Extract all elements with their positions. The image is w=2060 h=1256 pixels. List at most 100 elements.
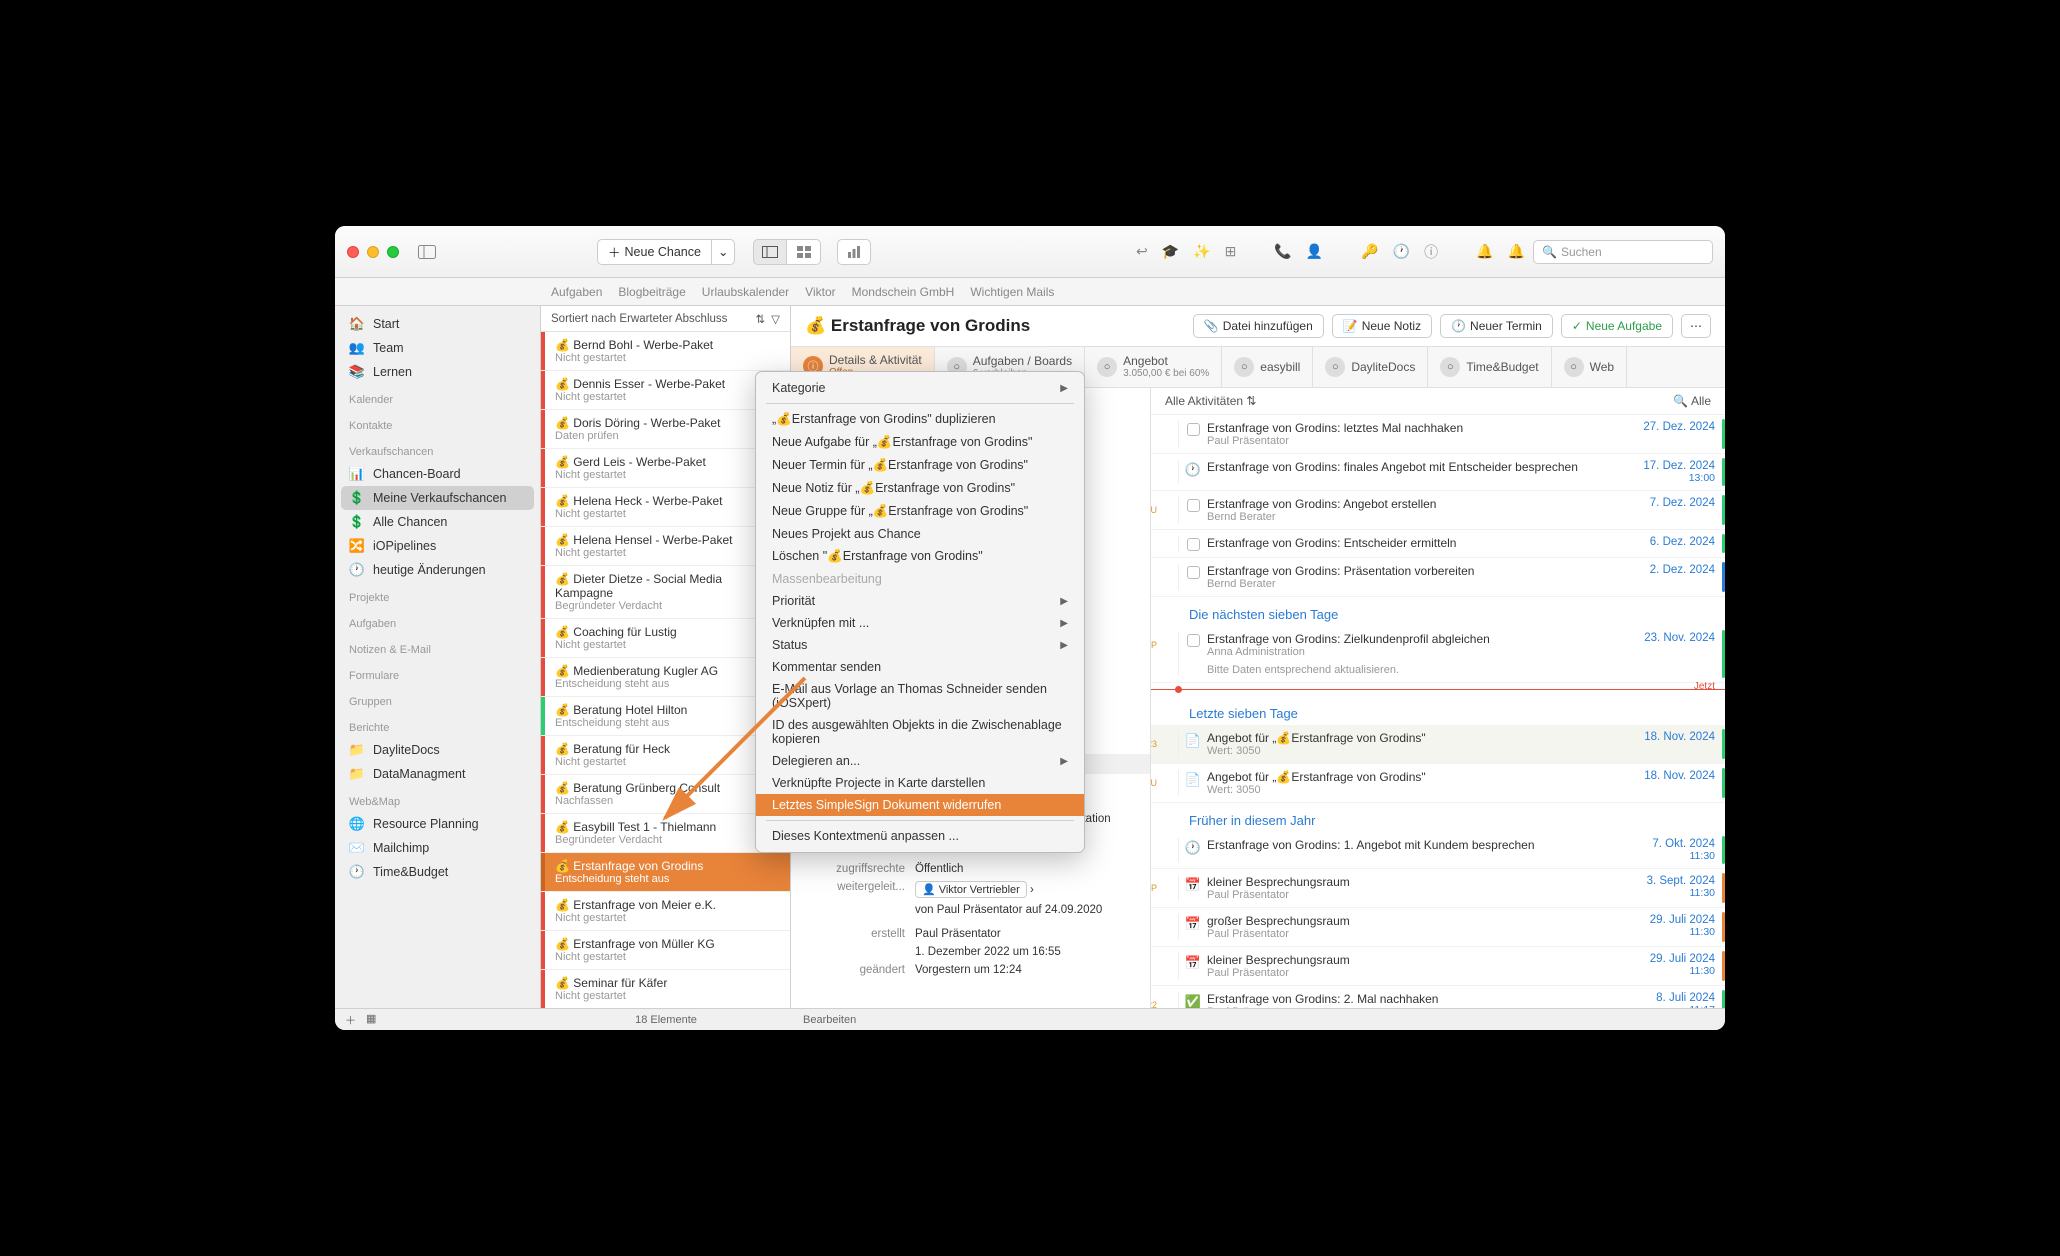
new-note-button[interactable]: 📝 Neue Notiz bbox=[1332, 314, 1432, 338]
sidebar-section-header[interactable]: Formulare bbox=[335, 660, 540, 686]
activity-item[interactable]: 22 ✅ Erstanfrage von Grodins: 2. Mal nac… bbox=[1151, 986, 1725, 1008]
menu-item[interactable]: Letztes SimpleSign Dokument widerrufen bbox=[756, 794, 1084, 816]
list-item[interactable]: 💰 Helena Heck - Werbe-Paket Nicht gestar… bbox=[541, 488, 790, 527]
sidebar-item[interactable]: 💲Meine Verkaufschancen bbox=[341, 486, 534, 510]
menu-item[interactable]: Neue Aufgabe für „💰Erstanfrage von Grodi… bbox=[756, 431, 1084, 454]
tab-easybill[interactable]: ○ easybill bbox=[1222, 347, 1313, 387]
sidebar-item[interactable]: 📊Chancen-Board bbox=[335, 462, 540, 486]
list-item[interactable]: 💰 Easybill Test 1 - Thielmann Begründete… bbox=[541, 814, 790, 853]
sidebar-item[interactable]: 🔀iOPipelines bbox=[335, 534, 540, 558]
activity-item[interactable]: 🕐 Erstanfrage von Grodins: 1. Angebot mi… bbox=[1151, 832, 1725, 869]
menu-item[interactable]: Neue Gruppe für „💰Erstanfrage von Grodin… bbox=[756, 500, 1084, 523]
key-icon[interactable]: 🔑 bbox=[1361, 243, 1378, 260]
view-chart-icon[interactable] bbox=[837, 239, 871, 265]
filter-link[interactable]: Urlaubskalender bbox=[702, 285, 789, 299]
filter-link[interactable]: Blogbeiträge bbox=[618, 285, 685, 299]
search-input[interactable]: 🔍 Suchen bbox=[1533, 240, 1713, 264]
undo-icon[interactable]: ↩ bbox=[1136, 243, 1148, 260]
activity-item[interactable]: 🕐 Erstanfrage von Grodins: finales Angeb… bbox=[1151, 454, 1725, 491]
chevron-down-icon[interactable]: ⌄ bbox=[712, 244, 734, 259]
menu-item[interactable]: ID des ausgewählten Objekts in die Zwisc… bbox=[756, 714, 1084, 750]
calendar-mini-icon[interactable]: ▦ bbox=[366, 1012, 376, 1028]
sparkle-icon[interactable]: ✨ bbox=[1193, 243, 1210, 260]
sidebar-item-lernen[interactable]: 📚Lernen bbox=[335, 360, 540, 384]
add-file-button[interactable]: 📎 Datei hinzufügen bbox=[1193, 314, 1324, 338]
menu-item[interactable]: Verknüpfte Projecte in Karte darstellen bbox=[756, 772, 1084, 794]
filter-link[interactable]: Mondschein GmbH bbox=[852, 285, 955, 299]
filter-icon[interactable]: ▽ bbox=[771, 312, 780, 326]
menu-item[interactable]: Verknüpfen mit ...▶ bbox=[756, 612, 1084, 634]
sidebar-item-start[interactable]: 🏠Start bbox=[335, 312, 540, 336]
activity-item[interactable]: AP 📅 kleiner Besprechungsraum Paul Präse… bbox=[1151, 869, 1725, 908]
view-split-icon[interactable] bbox=[753, 239, 787, 265]
list-item[interactable]: 💰 Dieter Dietze - Social Media Kampagne … bbox=[541, 566, 790, 619]
menu-item[interactable]: Neuer Termin für „💰Erstanfrage von Grodi… bbox=[756, 454, 1084, 477]
sidebar-section-header[interactable]: Aufgaben bbox=[335, 608, 540, 634]
minimize-window[interactable] bbox=[367, 246, 379, 258]
view-grid-icon[interactable] bbox=[787, 239, 821, 265]
list-sort-header[interactable]: Sortiert nach Erwarteter Abschluss ⇅▽ bbox=[541, 306, 790, 332]
menu-item[interactable]: Neues Projekt aus Chance bbox=[756, 523, 1084, 545]
new-task-button[interactable]: ✓ Neue Aufgabe bbox=[1561, 314, 1673, 338]
list-item[interactable]: 💰 Gerd Leis - Werbe-Paket Nicht gestarte… bbox=[541, 449, 790, 488]
activity-item[interactable]: 📅 kleiner Besprechungsraum Paul Präsenta… bbox=[1151, 947, 1725, 986]
person-icon[interactable]: 👤 bbox=[1306, 243, 1323, 260]
menu-item[interactable]: Kategorie▶ bbox=[756, 377, 1084, 399]
tab-angebot[interactable]: ○ Angebot3.050,00 € bei 60% bbox=[1085, 347, 1222, 387]
activity-search[interactable]: 🔍 Alle bbox=[1673, 394, 1711, 408]
sidebar-section-header[interactable]: Berichte bbox=[335, 712, 540, 738]
menu-item[interactable]: „💰Erstanfrage von Grodins" duplizieren bbox=[756, 408, 1084, 431]
sidebar-item[interactable]: 🕐Time&Budget bbox=[335, 860, 540, 884]
sidebar-item[interactable]: ✉️Mailchimp bbox=[335, 836, 540, 860]
filter-link[interactable]: Aufgaben bbox=[551, 285, 602, 299]
list-item[interactable]: 💰 Erstanfrage von Grodins Entscheidung s… bbox=[541, 853, 790, 892]
list-item[interactable]: 💰 Beratung Hotel Hilton Entscheidung ste… bbox=[541, 697, 790, 736]
sidebar-section-header[interactable]: Projekte bbox=[335, 582, 540, 608]
activity-item[interactable]: AP Erstanfrage von Grodins: Zielkundenpr… bbox=[1151, 626, 1725, 683]
edit-label[interactable]: Bearbeiten bbox=[791, 1014, 856, 1026]
sidebar-section-header[interactable]: Gruppen bbox=[335, 686, 540, 712]
maximize-window[interactable] bbox=[387, 246, 399, 258]
sidebar-item[interactable]: 🕐heutige Änderungen bbox=[335, 558, 540, 582]
list-item[interactable]: 💰 Coaching für Lustig Nicht gestartet bbox=[541, 619, 790, 658]
close-window[interactable] bbox=[347, 246, 359, 258]
clock-icon[interactable]: 🕐 bbox=[1393, 243, 1410, 260]
list-item[interactable]: 💰 Doris Döring - Werbe-Paket Daten prüfe… bbox=[541, 410, 790, 449]
activity-item[interactable]: Erstanfrage von Grodins: letztes Mal nac… bbox=[1151, 415, 1725, 454]
activity-item[interactable]: AU 📄 Angebot für „💰Erstanfrage von Grodi… bbox=[1151, 764, 1725, 803]
list-item[interactable]: 💰 Erstanfrage von Meier e.K. Nicht gesta… bbox=[541, 892, 790, 931]
info-icon[interactable]: ⓘ bbox=[1424, 242, 1438, 262]
sidebar-section-header[interactable]: Web&Map bbox=[335, 786, 540, 812]
list-item[interactable]: 💰 Beratung für Heck Nicht gestartet bbox=[541, 736, 790, 775]
menu-item[interactable]: Kommentar senden bbox=[756, 656, 1084, 678]
person-tag[interactable]: 👤 Viktor Vertriebler bbox=[915, 881, 1027, 898]
sidebar-section-header[interactable]: Kalender bbox=[335, 384, 540, 410]
sidebar-item[interactable]: 🌐Resource Planning bbox=[335, 812, 540, 836]
menu-item[interactable]: Dieses Kontextmenü anpassen ... bbox=[756, 825, 1084, 847]
filter-link[interactable]: Wichtigen Mails bbox=[970, 285, 1054, 299]
sidebar-section-header[interactable]: Notizen & E-Mail bbox=[335, 634, 540, 660]
sidebar-item[interactable]: 📁DayliteDocs bbox=[335, 738, 540, 762]
tab-time-budget[interactable]: ○ Time&Budget bbox=[1428, 347, 1551, 387]
activity-item[interactable]: Erstanfrage von Grodins: Entscheider erm… bbox=[1151, 530, 1725, 558]
layout-icon[interactable]: ⊞ bbox=[1225, 243, 1237, 260]
list-item[interactable]: 💰 Erstanfrage von Müller KG Nicht gestar… bbox=[541, 931, 790, 970]
list-item[interactable]: 💰 Dennis Esser - Werbe-Paket Nicht gesta… bbox=[541, 371, 790, 410]
list-item[interactable]: 💰 Bernd Bohl - Werbe-Paket Nicht gestart… bbox=[541, 332, 790, 371]
more-button[interactable]: ⋯ bbox=[1681, 314, 1711, 338]
menu-item[interactable]: Neue Notiz für „💰Erstanfrage von Grodins… bbox=[756, 477, 1084, 500]
activity-item[interactable]: 📅 großer Besprechungsraum Paul Präsentat… bbox=[1151, 908, 1725, 947]
menu-item[interactable]: E-Mail aus Vorlage an Thomas Schneider s… bbox=[756, 678, 1084, 714]
new-appointment-button[interactable]: 🕐 Neuer Termin bbox=[1440, 314, 1553, 338]
sidebar-item[interactable]: 📁DataManagment bbox=[335, 762, 540, 786]
list-item[interactable]: 💰 Seminar für Käfer Nicht gestartet bbox=[541, 970, 790, 1008]
sidebar-section-header[interactable]: Verkaufschancen bbox=[335, 436, 540, 462]
activity-filter-dropdown[interactable]: Alle Aktivitäten ⇅ bbox=[1165, 394, 1256, 408]
bell-orange-icon[interactable]: 🔔 bbox=[1476, 243, 1493, 260]
list-item[interactable]: 💰 Helena Hensel - Werbe-Paket Nicht gest… bbox=[541, 527, 790, 566]
menu-item[interactable]: Delegieren an...▶ bbox=[756, 750, 1084, 772]
phone-icon[interactable]: 📞 bbox=[1274, 243, 1291, 260]
activity-item[interactable]: 23 📄 Angebot für „💰Erstanfrage von Grodi… bbox=[1151, 725, 1725, 764]
menu-item[interactable]: Priorität▶ bbox=[756, 590, 1084, 612]
menu-item[interactable]: Status▶ bbox=[756, 634, 1084, 656]
